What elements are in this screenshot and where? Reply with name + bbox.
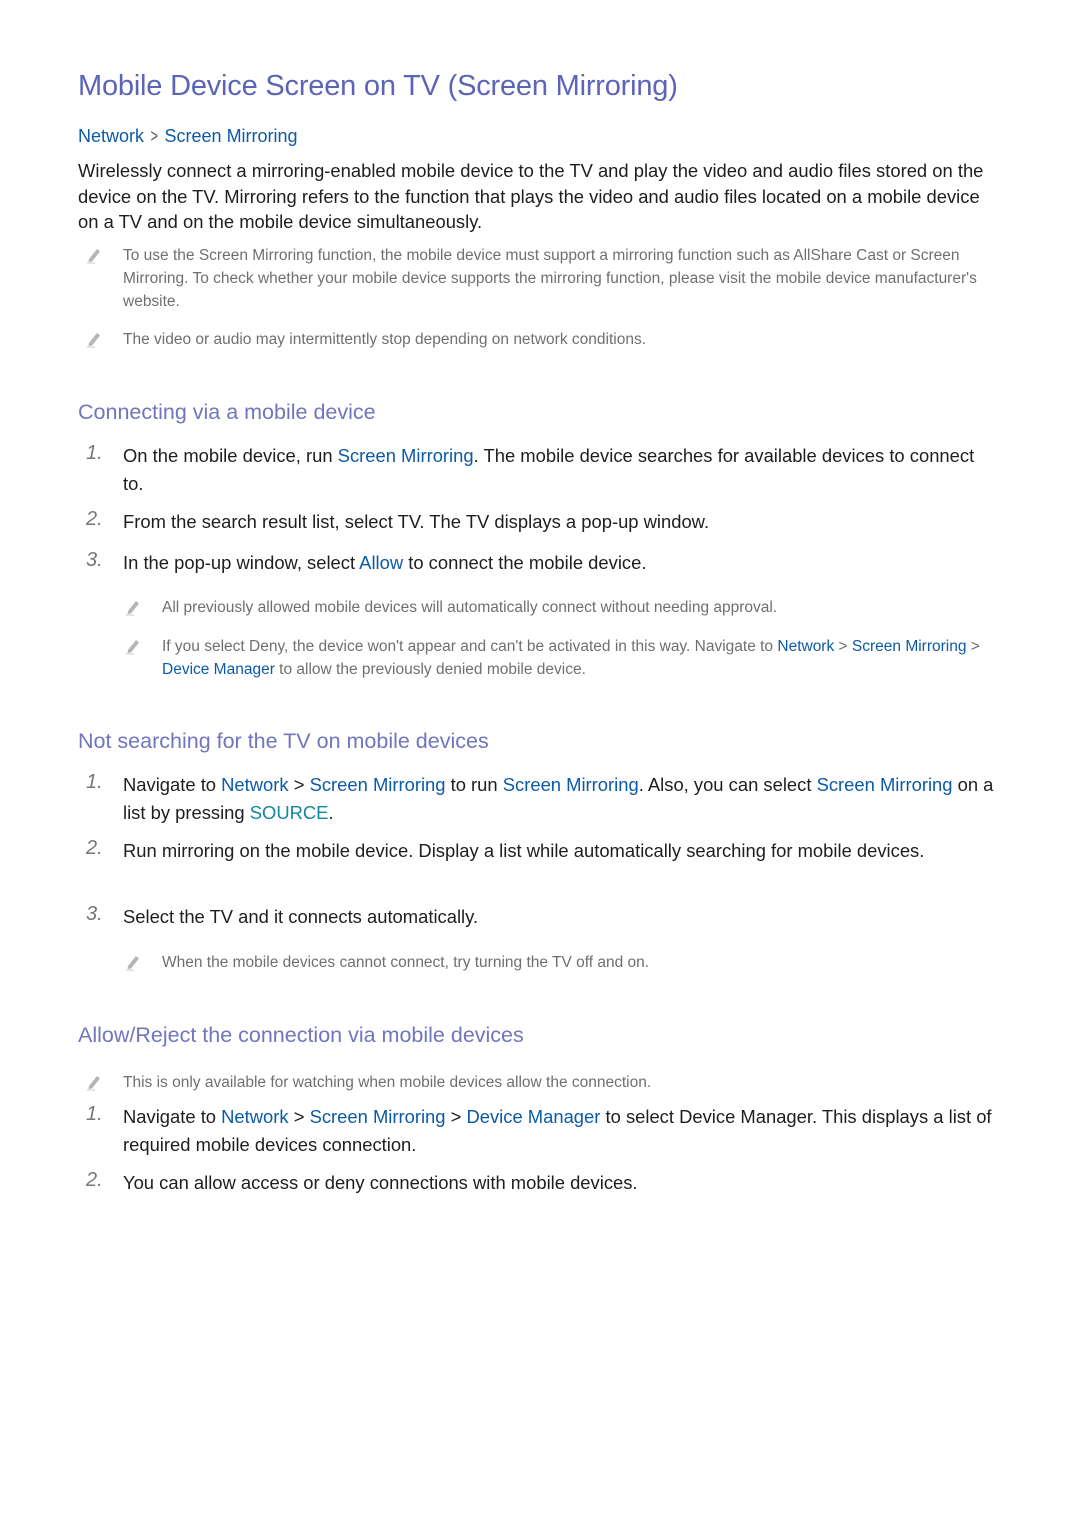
screen-mirroring-link[interactable]: Screen Mirroring — [817, 774, 953, 795]
section-note: If you select Deny, the device won't app… — [126, 635, 998, 681]
allow-link[interactable]: Allow — [359, 552, 403, 573]
step-text: Run mirroring on the mobile device. Disp… — [123, 840, 925, 861]
step-text: From the search result list, select TV. … — [123, 511, 710, 532]
step-text: You can allow access or deny connections… — [123, 1172, 638, 1193]
screen-mirroring-link[interactable]: Screen Mirroring — [852, 638, 967, 655]
step-text: On the mobile device, run Screen Mirrori… — [123, 445, 975, 494]
screen-mirroring-link[interactable]: Screen Mirroring — [338, 445, 474, 466]
screen-mirroring-link[interactable]: Screen Mirroring — [503, 774, 639, 795]
screen-mirroring-link[interactable]: Screen Mirroring — [310, 774, 446, 795]
step-text: Navigate to Network > Screen Mirroring t… — [123, 774, 994, 823]
chevron-right-icon: > — [150, 126, 158, 146]
intro-note-2: The video or audio may intermittently st… — [87, 328, 1003, 351]
section-heading-not-searching: Not searching for the TV on mobile devic… — [78, 729, 489, 753]
step-number: 1. — [86, 771, 103, 793]
step-number: 1. — [86, 442, 103, 464]
page-title: Mobile Device Screen on TV (Screen Mirro… — [78, 70, 678, 102]
step-number: 2. — [86, 1169, 103, 1191]
step-number: 1. — [86, 1103, 103, 1125]
step-number: 2. — [86, 837, 103, 859]
step-text: In the pop-up window, select Allow to co… — [123, 552, 647, 573]
network-link[interactable]: Network — [221, 1106, 288, 1127]
section-heading-connecting: Connecting via a mobile device — [78, 400, 376, 424]
pencil-icon — [126, 601, 139, 616]
section-note: This is only available for watching when… — [87, 1071, 998, 1094]
pencil-icon — [87, 249, 100, 264]
step-number: 3. — [86, 549, 103, 571]
pencil-icon — [126, 956, 139, 971]
section-note: When the mobile devices cannot connect, … — [126, 951, 998, 974]
step-text: Select the TV and it connects automatica… — [123, 906, 479, 927]
intro-note-1: To use the Screen Mirroring function, th… — [87, 244, 1003, 313]
source-button-label: SOURCE — [249, 802, 329, 823]
pencil-icon — [87, 333, 100, 348]
pencil-icon — [87, 1076, 100, 1091]
step-text: Navigate to Network > Screen Mirroring >… — [123, 1106, 992, 1155]
menu-path: Network > Screen Mirroring — [78, 126, 298, 147]
section-note: All previously allowed mobile devices wi… — [126, 596, 998, 619]
intro-paragraph: Wirelessly connect a mirroring-enabled m… — [78, 160, 984, 232]
device-manager-link[interactable]: Device Manager — [162, 661, 275, 678]
screen-mirroring-link[interactable]: Screen Mirroring — [310, 1106, 446, 1127]
section-heading-allow-reject: Allow/Reject the connection via mobile d… — [78, 1023, 524, 1047]
step-number: 2. — [86, 508, 103, 530]
step-number: 3. — [86, 903, 103, 925]
device-manager-link[interactable]: Device Manager — [466, 1106, 600, 1127]
network-link[interactable]: Network — [221, 774, 288, 795]
pencil-icon — [126, 640, 139, 655]
path-network-link[interactable]: Network — [78, 126, 144, 146]
network-link[interactable]: Network — [777, 638, 834, 655]
path-screen-mirroring-link[interactable]: Screen Mirroring — [165, 126, 298, 146]
